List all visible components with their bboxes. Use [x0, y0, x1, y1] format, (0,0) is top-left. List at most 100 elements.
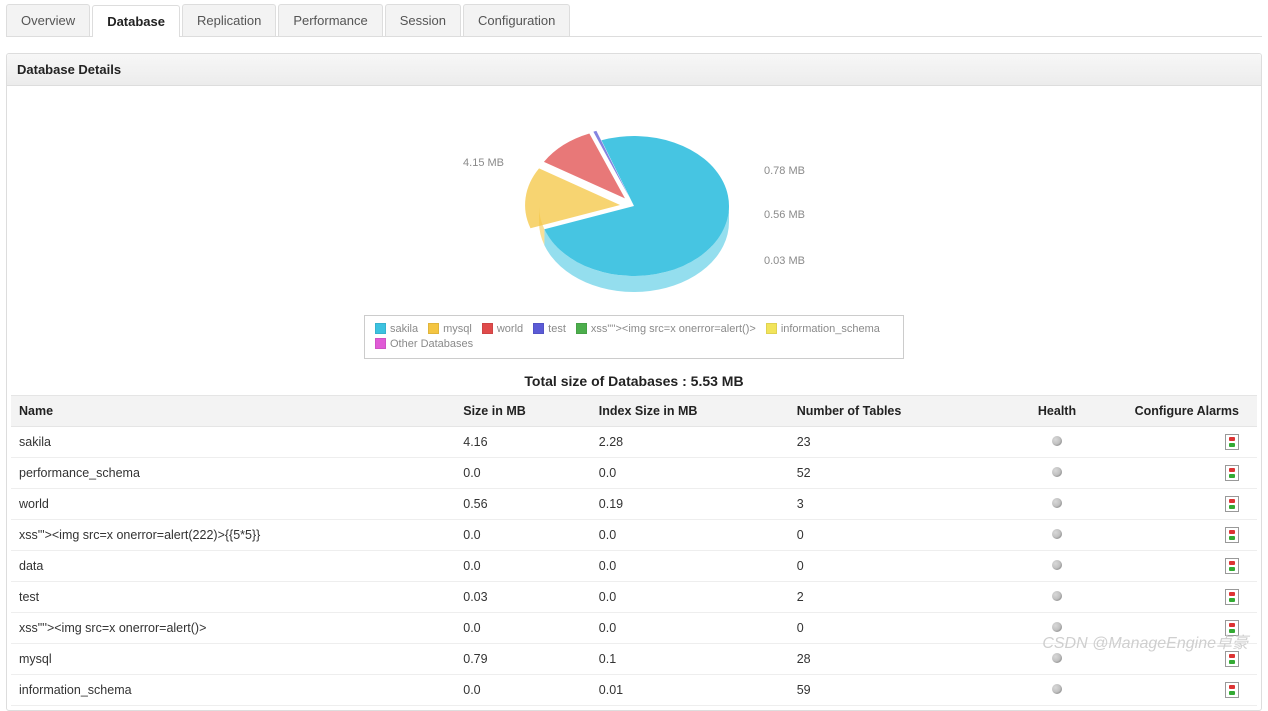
- tab-database[interactable]: Database: [92, 5, 180, 37]
- legend-item[interactable]: information_schema: [766, 323, 880, 335]
- table-row: xss'"><img src=x onerror=alert(222)>{{5*…: [11, 520, 1257, 551]
- configure-alarms-icon[interactable]: [1225, 558, 1239, 574]
- db-name-link[interactable]: data: [19, 559, 43, 573]
- legend-item[interactable]: world: [482, 323, 523, 335]
- cell-size: 0.03: [455, 582, 591, 613]
- cell-index-size: 0.0: [591, 582, 789, 613]
- health-status-icon[interactable]: [1052, 529, 1062, 539]
- legend-item[interactable]: Other Databases: [375, 338, 473, 350]
- legend-label: test: [548, 323, 566, 335]
- configure-alarms-icon[interactable]: [1225, 434, 1239, 450]
- pie-slice-label: 0.56 MB: [764, 209, 805, 221]
- configure-alarms-icon[interactable]: [1225, 620, 1239, 636]
- column-header[interactable]: Number of Tables: [789, 396, 997, 427]
- cell-configure-alarms: [1117, 613, 1257, 644]
- legend-swatch-icon: [375, 338, 386, 349]
- configure-alarms-icon[interactable]: [1225, 527, 1239, 543]
- pie-slice-label: 0.78 MB: [764, 165, 805, 177]
- legend-swatch-icon: [482, 323, 493, 334]
- legend-label: world: [497, 323, 523, 335]
- health-status-icon[interactable]: [1052, 436, 1062, 446]
- db-name-link[interactable]: test: [19, 590, 39, 604]
- cell-name: test: [11, 582, 455, 613]
- legend-label: xss"''><img src=x onerror=alert()>: [591, 323, 756, 335]
- cell-name: sakila: [11, 427, 455, 458]
- column-header[interactable]: Size in MB: [455, 396, 591, 427]
- chart-legend: sakila mysql world test xss"''><img src=x on…: [364, 315, 904, 359]
- database-details-panel: Database Details 4.15 MB0.78 MB0.56 MB0.…: [6, 53, 1262, 711]
- cell-name: information_schema: [11, 675, 455, 706]
- tab-configuration[interactable]: Configuration: [463, 4, 570, 36]
- column-header[interactable]: Configure Alarms: [1117, 396, 1257, 427]
- cell-health: [997, 613, 1117, 644]
- column-header[interactable]: Name: [11, 396, 455, 427]
- legend-item[interactable]: mysql: [428, 323, 472, 335]
- pie-chart: 4.15 MB0.78 MB0.56 MB0.03 MB: [434, 96, 834, 306]
- legend-item[interactable]: sakila: [375, 323, 418, 335]
- legend-swatch-icon: [533, 323, 544, 334]
- configure-alarms-icon[interactable]: [1225, 465, 1239, 481]
- health-status-icon[interactable]: [1052, 498, 1062, 508]
- db-name-link[interactable]: information_schema: [19, 683, 132, 697]
- cell-health: [997, 458, 1117, 489]
- health-status-icon[interactable]: [1052, 560, 1062, 570]
- tab-session[interactable]: Session: [385, 4, 461, 36]
- total-size-label: Total size of Databases : 5.53 MB: [11, 373, 1257, 389]
- configure-alarms-icon[interactable]: [1225, 682, 1239, 698]
- cell-tables: 3: [789, 489, 997, 520]
- pie-chart-area: 4.15 MB0.78 MB0.56 MB0.03 MB sakilamysql…: [11, 96, 1257, 389]
- legend-label: Other Databases: [390, 338, 473, 350]
- cell-tables: 23: [789, 427, 997, 458]
- configure-alarms-icon[interactable]: [1225, 651, 1239, 667]
- column-header[interactable]: Index Size in MB: [591, 396, 789, 427]
- cell-index-size: 0.0: [591, 613, 789, 644]
- database-table: NameSize in MBIndex Size in MBNumber of …: [11, 395, 1257, 706]
- cell-health: [997, 489, 1117, 520]
- cell-tables: 0: [789, 613, 997, 644]
- cell-tables: 59: [789, 675, 997, 706]
- db-name-link[interactable]: xss"''><img src=x onerror=alert()>: [19, 621, 206, 635]
- table-row: mysql0.790.128: [11, 644, 1257, 675]
- table-row: data0.00.00: [11, 551, 1257, 582]
- cell-size: 0.0: [455, 520, 591, 551]
- db-name-link[interactable]: xss'"><img src=x onerror=alert(222)>{{5*…: [19, 528, 260, 542]
- cell-name: xss"''><img src=x onerror=alert()>: [11, 613, 455, 644]
- health-status-icon[interactable]: [1052, 467, 1062, 477]
- legend-label: information_schema: [781, 323, 880, 335]
- table-row: sakila4.162.2823: [11, 427, 1257, 458]
- cell-configure-alarms: [1117, 427, 1257, 458]
- tab-performance[interactable]: Performance: [278, 4, 382, 36]
- cell-name: performance_schema: [11, 458, 455, 489]
- legend-item[interactable]: test: [533, 323, 566, 335]
- configure-alarms-icon[interactable]: [1225, 589, 1239, 605]
- db-name-link[interactable]: sakila: [19, 435, 51, 449]
- health-status-icon[interactable]: [1052, 622, 1062, 632]
- cell-health: [997, 582, 1117, 613]
- cell-tables: 0: [789, 520, 997, 551]
- db-name-link[interactable]: world: [19, 497, 49, 511]
- tab-replication[interactable]: Replication: [182, 4, 276, 36]
- tab-overview[interactable]: Overview: [6, 4, 90, 36]
- cell-health: [997, 427, 1117, 458]
- table-row: performance_schema0.00.052: [11, 458, 1257, 489]
- cell-configure-alarms: [1117, 489, 1257, 520]
- db-name-link[interactable]: mysql: [19, 652, 52, 666]
- health-status-icon[interactable]: [1052, 653, 1062, 663]
- pie-slice-label: 4.15 MB: [463, 157, 504, 169]
- column-header[interactable]: Health: [997, 396, 1117, 427]
- db-name-link[interactable]: performance_schema: [19, 466, 140, 480]
- cell-health: [997, 551, 1117, 582]
- cell-configure-alarms: [1117, 675, 1257, 706]
- cell-name: mysql: [11, 644, 455, 675]
- cell-health: [997, 644, 1117, 675]
- cell-configure-alarms: [1117, 582, 1257, 613]
- cell-configure-alarms: [1117, 520, 1257, 551]
- legend-item[interactable]: xss"''><img src=x onerror=alert()>: [576, 323, 756, 335]
- cell-index-size: 2.28: [591, 427, 789, 458]
- cell-configure-alarms: [1117, 458, 1257, 489]
- cell-tables: 2: [789, 582, 997, 613]
- health-status-icon[interactable]: [1052, 684, 1062, 694]
- panel-body: 4.15 MB0.78 MB0.56 MB0.03 MB sakilamysql…: [7, 86, 1261, 710]
- configure-alarms-icon[interactable]: [1225, 496, 1239, 512]
- health-status-icon[interactable]: [1052, 591, 1062, 601]
